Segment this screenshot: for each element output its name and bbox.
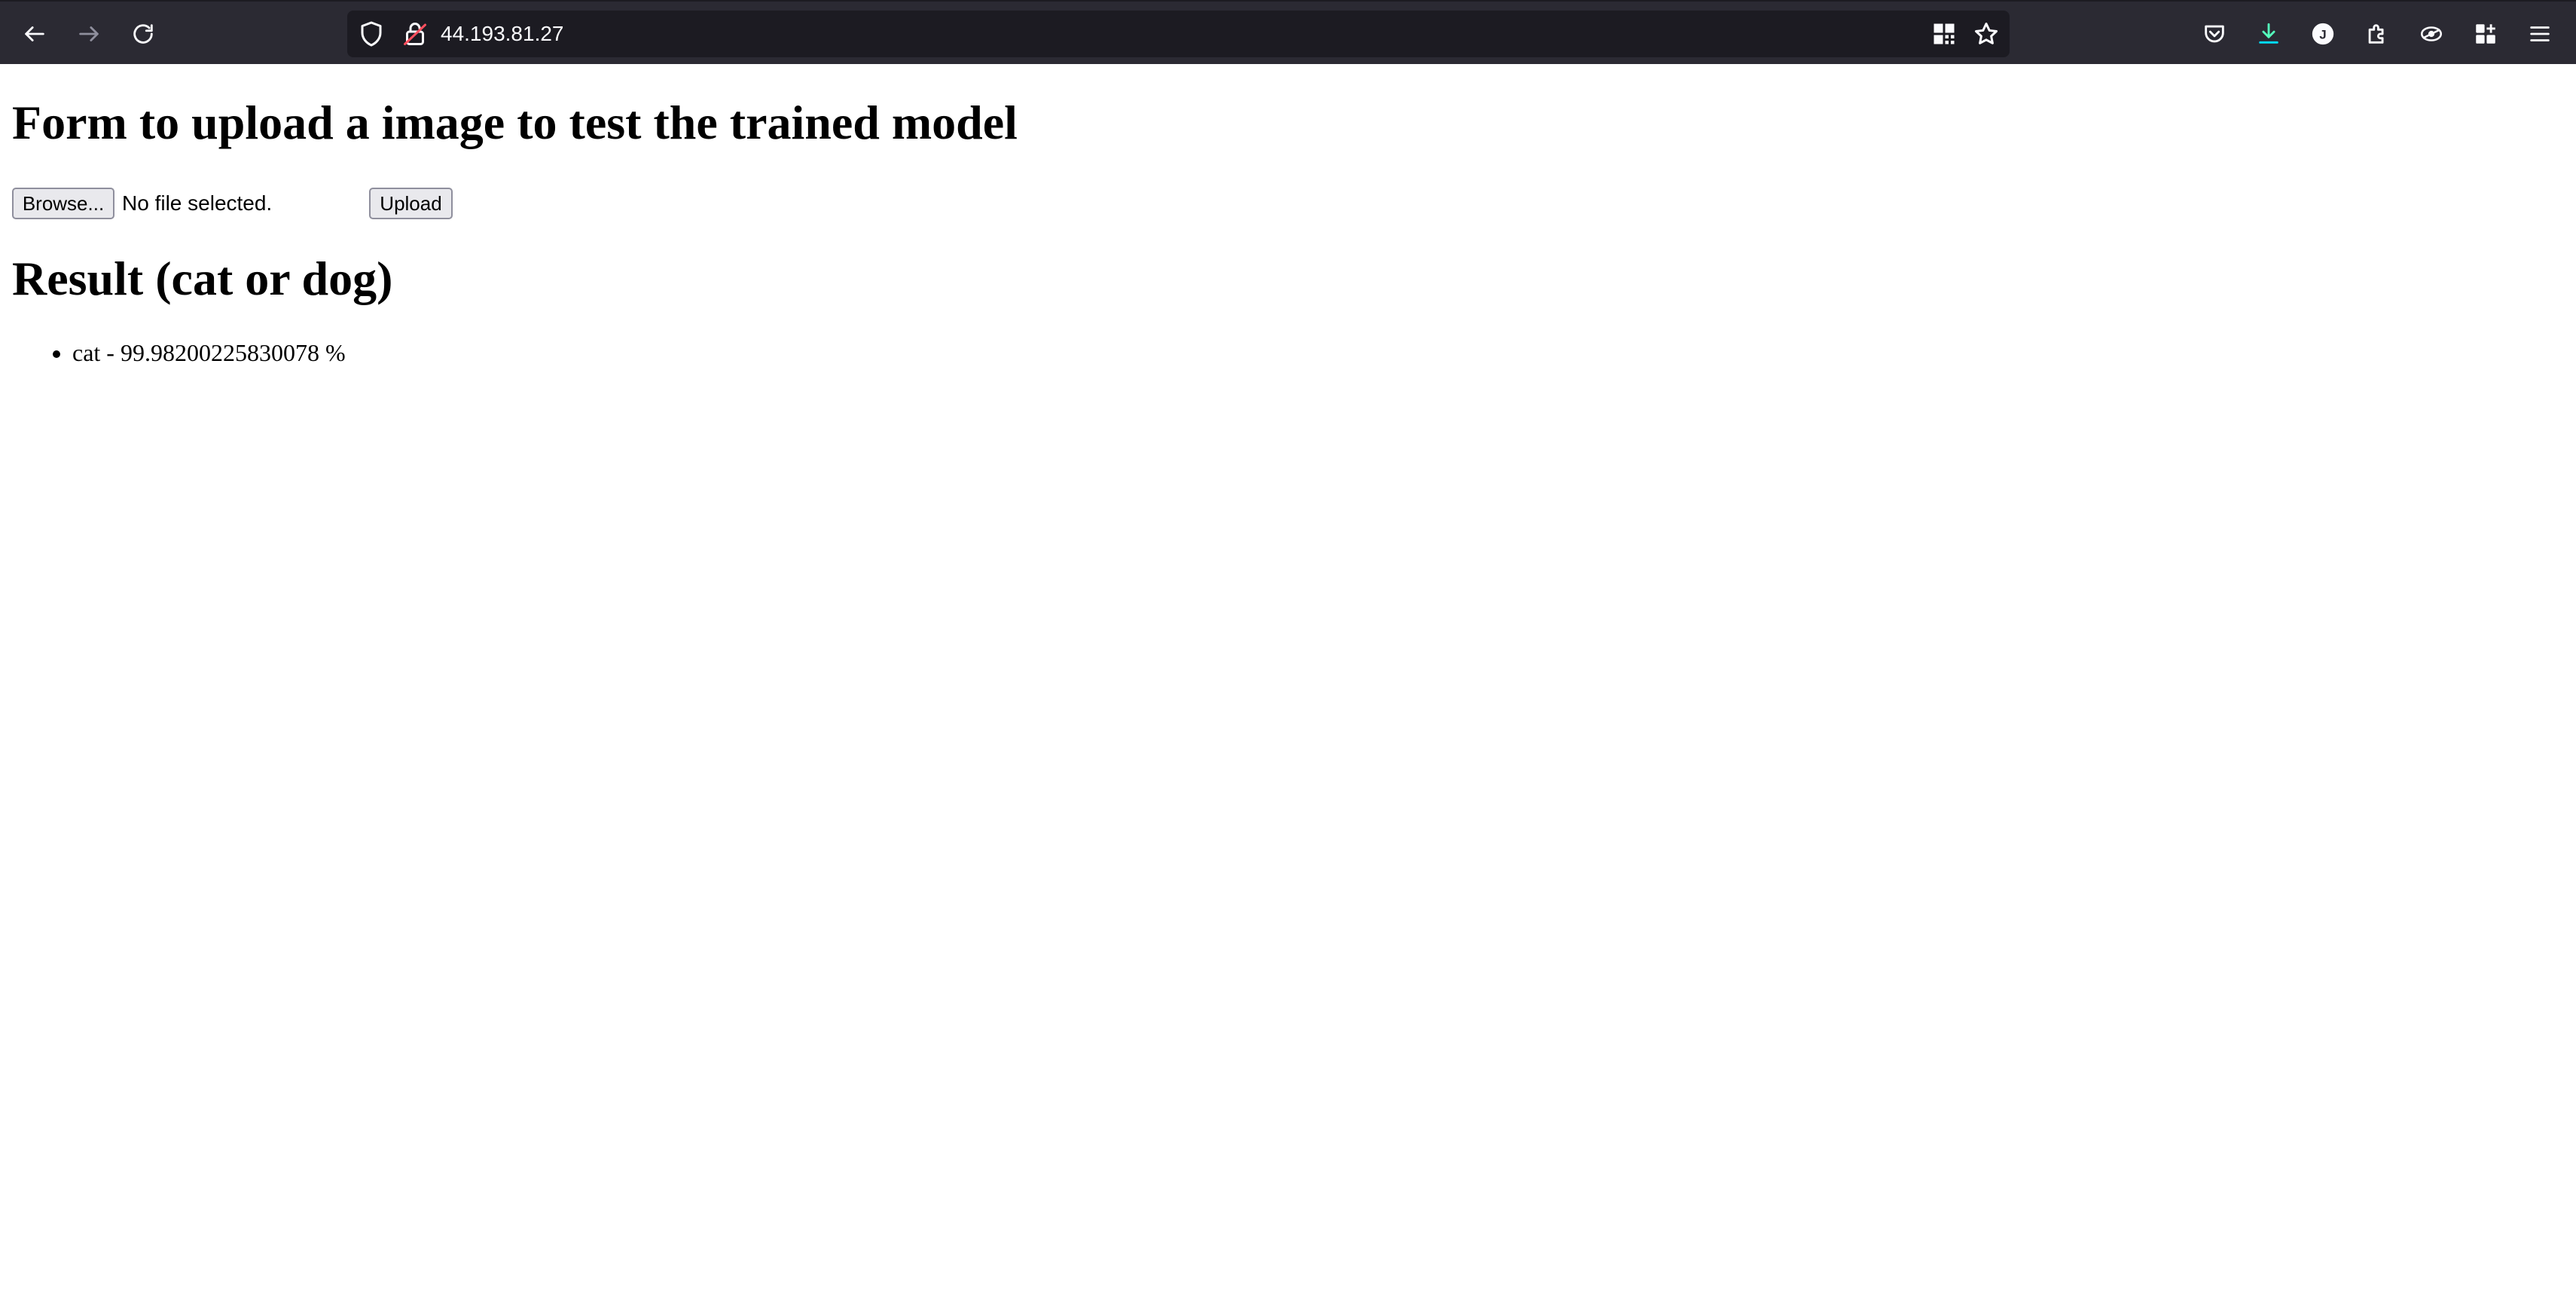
browser-toolbar: 44.193.81.27 J [0,0,2576,64]
file-status-text: No file selected. [122,191,273,215]
qr-code-icon[interactable] [1930,20,1958,47]
browse-button[interactable]: Browse... [12,188,114,219]
pocket-button[interactable] [2195,17,2234,51]
hamburger-menu-icon [2530,26,2550,41]
back-button[interactable] [15,17,54,51]
insecure-lock-icon[interactable] [401,20,429,48]
account-button[interactable]: J [2303,17,2343,51]
shield-icon[interactable] [358,20,385,47]
pocket-icon [2205,25,2224,43]
address-bar[interactable]: 44.193.81.27 [347,11,2010,57]
menu-button[interactable] [2520,17,2559,51]
form-heading: Form to upload a image to test the train… [12,96,1018,149]
url-text[interactable]: 44.193.81.27 [441,20,564,48]
puzzle-icon [2368,24,2384,44]
upload-button[interactable]: Upload [369,188,453,219]
extension-icon [2420,26,2443,41]
download-icon [2259,23,2278,44]
result-list: cat - 99.98200225830078 % [0,338,346,368]
apps-grid-icon [2476,24,2495,44]
extension-button[interactable] [2412,17,2451,51]
apps-button[interactable] [2466,17,2505,51]
extensions-button[interactable] [2358,17,2397,51]
arrow-right-icon [79,26,99,41]
downloads-button[interactable] [2249,17,2288,51]
forward-button[interactable] [69,17,108,51]
star-icon[interactable] [1973,20,2000,47]
page-content: Form to upload a image to test the train… [0,64,2576,1290]
reload-icon [133,24,153,44]
arrow-left-icon [25,26,44,41]
result-heading: Result (cat or dog) [12,252,393,305]
reload-button[interactable] [124,17,163,51]
account-icon: J [2312,23,2334,45]
result-item: cat - 99.98200225830078 % [72,338,346,368]
svg-text:J: J [2319,27,2326,41]
